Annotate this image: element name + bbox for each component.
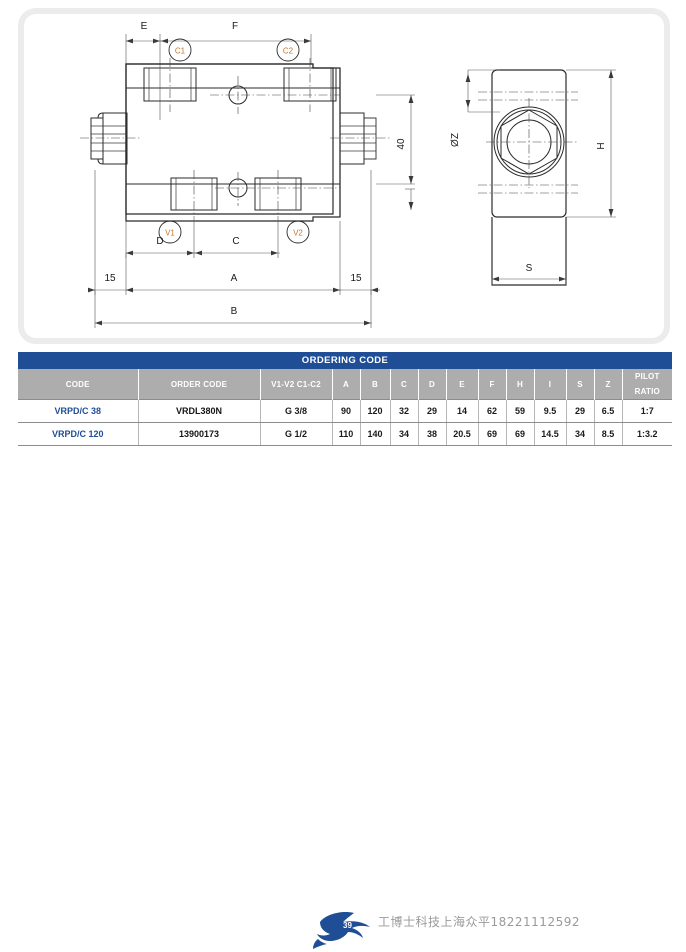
main-view: E F C1 C2 40 V1 V2 D C A 15 15 B [80,21,415,328]
table-title-row: ORDERING CODE [18,352,673,369]
technical-drawing: E F C1 C2 40 V1 V2 D C A 15 15 B ØZ H S [80,21,616,328]
table-header-row: CODE ORDER CODE V1-V2 C1-C2 A B C D E F … [18,369,673,400]
col-header-i: I [534,369,567,400]
cell-b: 140 [360,422,391,446]
cell-h: 69 [506,422,535,446]
cell-i: 9.5 [534,399,567,423]
col-header-e: E [446,369,479,400]
cell-h: 59 [506,399,535,423]
cell-f: 69 [478,422,507,446]
dimension-label-OZ: ØZ [450,133,461,147]
dimension-label-A: A [231,273,238,284]
dimension-label-15-right: 15 [350,273,362,284]
cell-c: 32 [390,399,419,423]
dimension-B: B [94,290,372,328]
cell-code: VRPD/C 38 [18,399,139,423]
dimension-label-15-left: 15 [104,273,116,284]
dimension-S: S [491,263,567,285]
cell-order-code: VRDL380N [138,399,261,423]
col-header-h: H [506,369,535,400]
watermark-text: 工博士科技上海众平18221112592 [378,915,580,929]
dimension-label-40: 40 [396,138,407,150]
left-adjustment-knob [80,112,140,165]
dimension-label-F: F [232,21,238,32]
cell-c: 34 [390,422,419,446]
col-header-ports: V1-V2 C1-C2 [260,369,333,400]
dimension-C: C [194,216,280,258]
callout-v2: V2 [286,220,310,244]
col-header-pilot-ratio: PILOT RATIO [622,369,673,400]
side-view: ØZ H S [450,69,616,286]
cell-b: 120 [360,399,391,423]
right-adjustment-knob [330,112,392,165]
col-header-order-code: ORDER CODE [138,369,261,400]
callout-label-c2: C2 [283,47,294,56]
cell-f: 62 [478,399,507,423]
cell-ports: G 1/2 [260,422,333,446]
dimension-F: F [160,21,311,44]
dimension-label-D: D [156,236,163,247]
callout-label-v1: V1 [165,229,175,238]
cell-code: VRPD/C 120 [18,422,139,446]
col-header-a: A [332,369,361,400]
dimension-label-H: H [596,142,607,149]
cell-s: 34 [566,422,595,446]
dimension-40: 40 [376,94,415,185]
col-header-f: F [478,369,507,400]
cell-order-code: 13900173 [138,422,261,446]
dimension-label-E: E [141,21,148,32]
dimension-label-B: B [231,306,238,317]
dolphin-logo [313,912,370,949]
cell-pilot-ratio: 1:7 [622,399,673,423]
cell-i: 14.5 [534,422,567,446]
col-header-d: D [418,369,447,400]
page-footer: 39 工博士科技上海众平18221112592 [0,452,686,949]
cell-e: 20.5 [446,422,479,446]
cell-a: 110 [332,422,361,446]
table-row[interactable]: VRPD/C 120 13900173 G 1/2 110 140 34 38 … [18,422,673,446]
col-header-b: B [360,369,391,400]
col-header-c: C [390,369,419,400]
ordering-code-table: ORDERING CODE CODE ORDER CODE V1-V2 C1-C… [18,352,673,446]
col-header-s: S [566,369,595,400]
cell-z: 8.5 [594,422,623,446]
dimension-D: D [125,216,196,258]
cell-pilot-ratio: 1:3.2 [622,422,673,446]
cell-ports: G 3/8 [260,399,333,423]
cell-d: 38 [418,422,447,446]
cell-z: 6.5 [594,399,623,423]
callout-label-v2: V2 [293,229,303,238]
dimension-label-C: C [232,236,239,247]
dimension-15-left: 15 [88,170,127,295]
dimension-label-S: S [526,263,533,274]
page-number: 39 [343,921,352,930]
callout-c1: C1 [168,38,192,62]
col-header-code: CODE [18,369,139,400]
callout-c2: C2 [276,38,300,62]
dimension-E: E [126,21,162,44]
cell-a: 90 [332,399,361,423]
cell-e: 14 [446,399,479,423]
cell-s: 29 [566,399,595,423]
callout-label-c1: C1 [175,47,186,56]
table-row[interactable]: VRPD/C 38 VRDL380N G 3/8 90 120 32 29 14… [18,399,673,423]
cell-d: 29 [418,399,447,423]
col-header-z: Z [594,369,623,400]
page-root: E F C1 C2 40 V1 V2 D C A 15 15 B ØZ H S … [0,0,686,949]
table-title: ORDERING CODE [18,352,673,369]
dimension-15-right: 15 [339,170,380,295]
